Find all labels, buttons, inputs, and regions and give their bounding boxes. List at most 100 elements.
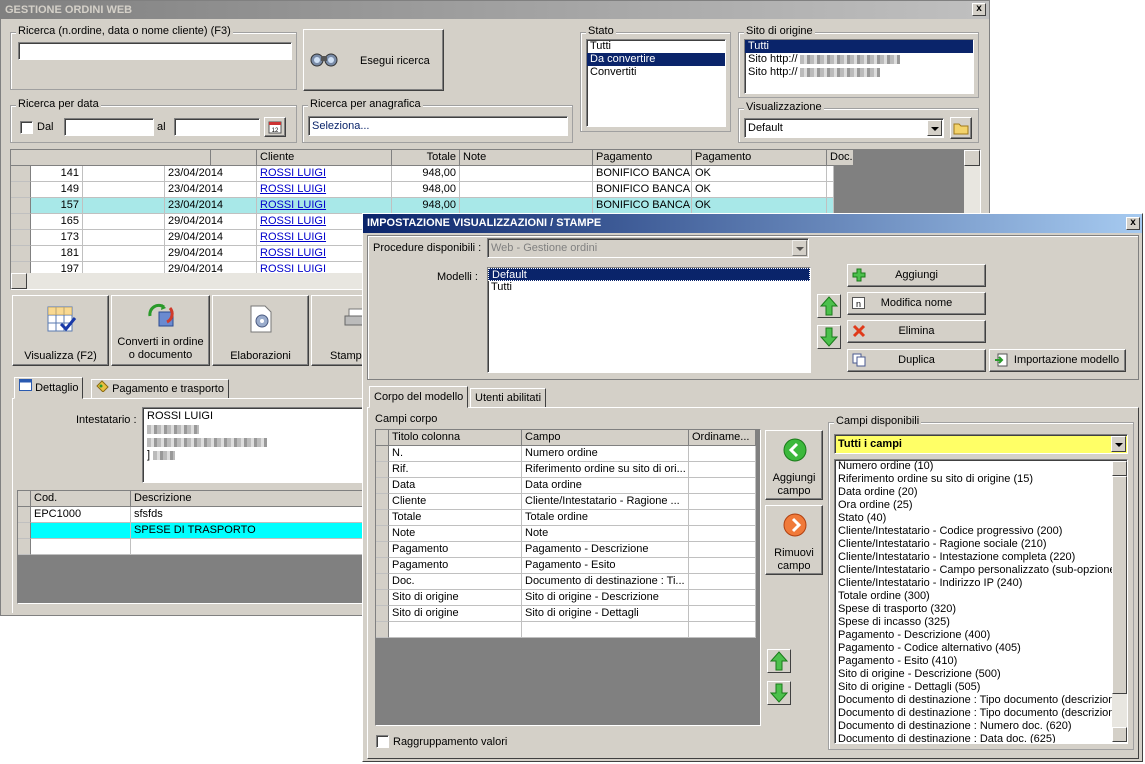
campi-row-indicator[interactable] bbox=[376, 542, 389, 558]
orders-header-7[interactable]: Pagamento bbox=[692, 150, 827, 166]
campi-cell[interactable] bbox=[689, 558, 756, 574]
items-table[interactable]: Cod. Descrizione EPC1000 sfsfds SPESE DI TRA… bbox=[17, 490, 372, 604]
raggruppamento-checkbox[interactable] bbox=[376, 735, 389, 748]
campi-row-indicator[interactable] bbox=[376, 494, 389, 510]
campi-row-indicator[interactable] bbox=[376, 446, 389, 462]
campi-cell[interactable]: Rif. bbox=[389, 462, 522, 478]
campo-disponibile-item[interactable]: Cliente/Intestatario - Codice progressiv… bbox=[835, 525, 1111, 538]
orders-row-indicator[interactable] bbox=[11, 214, 31, 230]
scroll-up-arrow[interactable] bbox=[964, 150, 980, 166]
orders-cell[interactable] bbox=[83, 230, 165, 246]
campi-cell[interactable]: Sito di origine - Descrizione bbox=[522, 590, 689, 606]
date-to-input[interactable] bbox=[174, 118, 260, 136]
campo-disponibile-item[interactable]: Data ordine (20) bbox=[835, 486, 1111, 499]
orders-cell[interactable]: BONIFICO BANCARIO ... bbox=[593, 182, 692, 198]
campi-cell[interactable] bbox=[689, 446, 756, 462]
main-close-button[interactable]: x bbox=[972, 3, 986, 16]
calendar-button[interactable]: 12 bbox=[264, 117, 286, 137]
campi-cell[interactable]: Numero ordine bbox=[522, 446, 689, 462]
campi-cell[interactable] bbox=[689, 478, 756, 494]
orders-cell[interactable]: 173 bbox=[31, 230, 83, 246]
campi-cell[interactable]: Data bbox=[389, 478, 522, 494]
campo-disponibile-item[interactable]: Documento di destinazione : Numero doc. … bbox=[835, 720, 1111, 733]
campi-cell[interactable] bbox=[689, 494, 756, 510]
open-folder-button[interactable] bbox=[950, 117, 972, 139]
campi-row-indicator[interactable] bbox=[376, 526, 389, 542]
orders-cell-text[interactable]: ROSSI LUIGI bbox=[260, 183, 326, 195]
campo-disponibile-item[interactable]: Numero ordine (10) bbox=[835, 460, 1111, 473]
campi-header-1[interactable]: Campo bbox=[522, 430, 689, 446]
modello-item-default[interactable]: Default bbox=[488, 268, 810, 281]
items-cell[interactable]: sfsfds bbox=[131, 507, 371, 523]
orders-row-indicator[interactable] bbox=[11, 246, 31, 262]
items-row-indicator[interactable] bbox=[18, 539, 31, 555]
campo-disponibile-item[interactable]: Documento di destinazione : Tipo documen… bbox=[835, 707, 1121, 720]
tab-utenti-abilitati[interactable]: Utenti abilitati bbox=[470, 388, 547, 408]
orders-cell[interactable]: 23/04/2014 bbox=[165, 198, 257, 214]
sito-list[interactable]: Tutti Sito http:// Sito http:// bbox=[744, 39, 974, 94]
tab-corpo-modello[interactable]: Corpo del modello bbox=[369, 386, 469, 408]
campi-row-indicator[interactable] bbox=[376, 606, 389, 622]
date-from-input[interactable] bbox=[64, 118, 154, 136]
tab-pagamento[interactable]: Pagamento e trasporto bbox=[91, 379, 229, 399]
campo-disponibile-item[interactable]: Documento di destinazione : Tipo documen… bbox=[835, 694, 1121, 707]
aggiungi-button[interactable]: Aggiungi bbox=[847, 264, 986, 287]
orders-cell[interactable]: 181 bbox=[31, 246, 83, 262]
orders-cell-text[interactable]: ROSSI LUIGI bbox=[260, 215, 326, 227]
orders-cell[interactable] bbox=[83, 214, 165, 230]
campi-cell[interactable]: Data ordine bbox=[522, 478, 689, 494]
campi-cell[interactable]: Documento di destinazione : Ti... bbox=[522, 574, 689, 590]
tab-dettaglio[interactable]: Dettaglio bbox=[14, 377, 84, 399]
chevron-down-icon[interactable] bbox=[1111, 436, 1126, 452]
items-row-indicator[interactable] bbox=[18, 507, 31, 523]
stato-item-convertiti[interactable]: Convertiti bbox=[587, 66, 725, 79]
visualizzazione-select[interactable]: Default bbox=[744, 118, 944, 138]
orders-cell[interactable] bbox=[460, 166, 593, 182]
orders-cell[interactable]: 141 bbox=[31, 166, 83, 182]
campo-disponibile-item[interactable]: Cliente/Intestatario - Indirizzo IP (240… bbox=[835, 577, 1111, 590]
items-header-1[interactable]: Descrizione bbox=[131, 491, 371, 507]
orders-cell[interactable] bbox=[83, 182, 165, 198]
orders-cell[interactable]: ROSSI LUIGI bbox=[257, 182, 392, 198]
orders-cell[interactable]: BONIFICO BANCARIO ... bbox=[593, 166, 692, 182]
orders-cell[interactable]: 165 bbox=[31, 214, 83, 230]
orders-cell[interactable]: 29/04/2014 bbox=[165, 246, 257, 262]
orders-cell[interactable] bbox=[827, 182, 834, 198]
elimina-button[interactable]: Elimina bbox=[847, 320, 986, 343]
items-cell[interactable] bbox=[31, 539, 131, 555]
scroll-left-arrow[interactable] bbox=[11, 273, 27, 289]
campo-disponibile-item[interactable]: Pagamento - Esito (410) bbox=[835, 655, 1111, 668]
orders-cell[interactable]: 23/04/2014 bbox=[165, 182, 257, 198]
campi-header-2[interactable]: Ordiname... bbox=[689, 430, 756, 446]
anagrafica-select[interactable]: Seleziona... bbox=[308, 116, 568, 136]
campi-cell[interactable]: Pagamento - Descrizione bbox=[522, 542, 689, 558]
campi-cell[interactable]: Sito di origine bbox=[389, 590, 522, 606]
orders-cell[interactable]: 948,00 bbox=[392, 198, 460, 214]
orders-header-5[interactable]: Note bbox=[460, 150, 593, 166]
orders-cell[interactable] bbox=[83, 198, 165, 214]
orders-row-indicator[interactable] bbox=[11, 182, 31, 198]
orders-cell[interactable]: BONIFICO BANCARIO ... bbox=[593, 198, 692, 214]
campo-disponibile-item[interactable]: Ora ordine (25) bbox=[835, 499, 1111, 512]
campo-disponibile-item[interactable]: Totale ordine (300) bbox=[835, 590, 1111, 603]
campi-cell[interactable] bbox=[689, 510, 756, 526]
move-model-down-button[interactable] bbox=[817, 325, 841, 349]
campo-disponibile-item[interactable]: Cliente/Intestatario - Campo personalizz… bbox=[835, 564, 1116, 577]
campi-cell[interactable]: Sito di origine bbox=[389, 606, 522, 622]
orders-cell[interactable] bbox=[827, 166, 834, 182]
visualizza-button[interactable]: Visualizza (F2) bbox=[12, 295, 109, 366]
move-field-down-button[interactable] bbox=[767, 681, 791, 705]
orders-row-indicator[interactable] bbox=[11, 198, 31, 214]
campo-disponibile-item[interactable]: Documento di destinazione : Data doc. (6… bbox=[835, 733, 1111, 743]
stato-item-da-convertire[interactable]: Da convertire bbox=[587, 53, 725, 66]
modelli-list[interactable]: Default Tutti bbox=[487, 267, 811, 373]
campi-cell[interactable]: Totale bbox=[389, 510, 522, 526]
campo-disponibile-item[interactable]: Pagamento - Descrizione (400) bbox=[835, 629, 1111, 642]
campi-disponibili-scrollbar[interactable] bbox=[1112, 461, 1127, 742]
orders-cell-text[interactable]: ROSSI LUIGI bbox=[260, 167, 326, 179]
search-input[interactable] bbox=[18, 42, 292, 60]
modifica-nome-button[interactable]: n Modifica nome bbox=[847, 292, 986, 315]
orders-cell[interactable]: ROSSI LUIGI bbox=[257, 166, 392, 182]
campi-cell[interactable]: Pagamento bbox=[389, 542, 522, 558]
stato-item-tutti[interactable]: Tutti bbox=[587, 40, 725, 53]
